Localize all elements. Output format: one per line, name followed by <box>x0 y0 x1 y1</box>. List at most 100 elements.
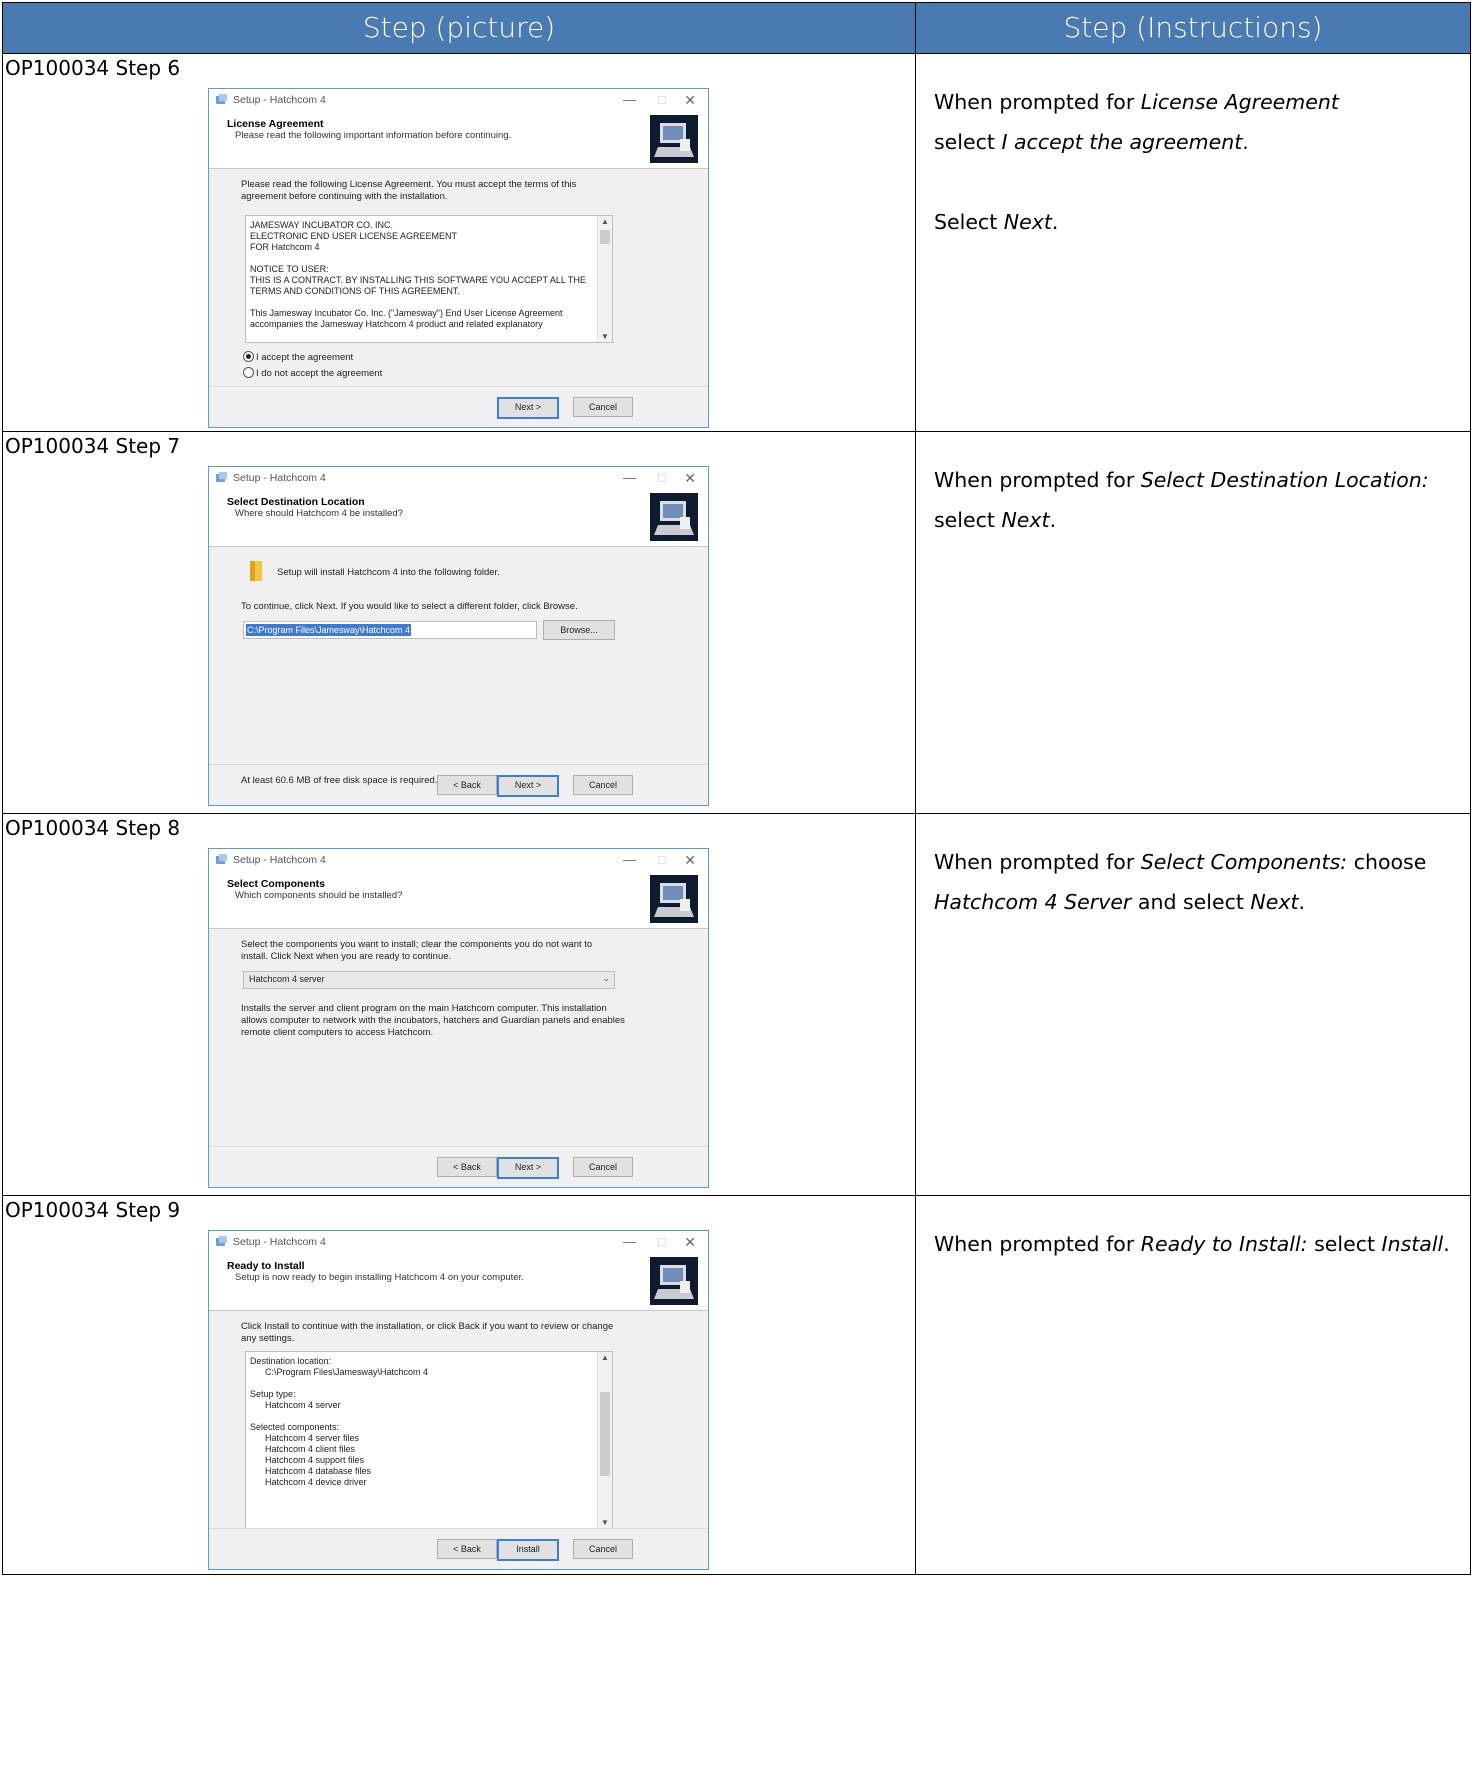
setup-window-ready: Setup - Hatchcom 4 — □ ✕ Ready to Instal… <box>208 1230 709 1570</box>
wizard-banner: Select Components Which components shoul… <box>209 871 708 929</box>
wizard-footer: < Back Install Cancel <box>209 1528 708 1569</box>
instruction-text: When prompted for Select Components: cho… <box>934 850 1427 914</box>
instruction-text: Select Next. <box>934 210 1059 234</box>
scroll-thumb[interactable] <box>600 230 610 244</box>
instruction-text: When prompted for Ready to Install: sele… <box>934 1232 1450 1256</box>
select-value: Hatchcom 4 server <box>249 974 325 984</box>
radio-unselected-icon[interactable] <box>243 367 254 378</box>
window-titlebar: Setup - Hatchcom 4 — □ ✕ <box>209 849 708 871</box>
license-scrollbar[interactable]: ▲ ▼ <box>597 216 612 342</box>
cancel-button[interactable]: Cancel <box>573 775 633 795</box>
radio-decline[interactable]: I do not accept the agreement <box>243 367 382 379</box>
folder-icon <box>250 561 262 581</box>
header-step-instructions: Step (Instructions) <box>1063 11 1323 44</box>
window-titlebar: Setup - Hatchcom 4 — □ ✕ <box>209 1231 708 1253</box>
maximize-icon[interactable]: □ <box>658 1234 666 1249</box>
install-button[interactable]: Install <box>497 1539 559 1561</box>
instruction-table: Step (picture) Step (Instructions) OP100… <box>2 2 1471 1575</box>
installer-computer-icon <box>650 1257 698 1305</box>
close-icon[interactable]: ✕ <box>684 470 696 487</box>
license-text: JAMESWAY INCUBATOR CO. INC. ELECTRONIC E… <box>250 220 586 329</box>
wizard-footer: < Back Next > Cancel <box>209 764 708 805</box>
close-icon[interactable]: ✕ <box>684 1234 696 1251</box>
setup-window-components: Setup - Hatchcom 4 — □ ✕ Select Componen… <box>208 848 709 1188</box>
scroll-up-icon[interactable]: ▲ <box>598 217 612 226</box>
browse-button[interactable]: Browse... <box>543 620 615 640</box>
window-title: Setup - Hatchcom 4 <box>233 854 326 866</box>
installer-computer-icon <box>650 115 698 163</box>
setup-app-icon <box>216 472 227 482</box>
window-titlebar: Setup - Hatchcom 4 — □ ✕ <box>209 89 708 111</box>
chevron-down-icon[interactable]: ⌄ <box>602 973 610 984</box>
page-subtitle: Please read the following important info… <box>235 130 512 141</box>
maximize-icon[interactable]: □ <box>658 92 666 107</box>
license-intro: Please read the following License Agreem… <box>241 179 577 202</box>
window-title: Setup - Hatchcom 4 <box>233 94 326 106</box>
close-icon[interactable]: ✕ <box>684 852 696 869</box>
setup-app-icon <box>216 94 227 104</box>
step-picture-cell: OP100034 Step 7 Setup - Hatchcom 4 — □ ✕… <box>3 432 916 813</box>
page-title: Select Destination Location <box>227 496 365 508</box>
header-step-picture: Step (picture) <box>3 3 916 53</box>
component-description: Installs the server and client program o… <box>241 1003 625 1038</box>
page-subtitle: Which components should be installed? <box>235 890 403 901</box>
step-picture-cell: OP100034 Step 6 Setup - Hatchcom 4 — □ ✕… <box>3 54 916 431</box>
wizard-banner: Select Destination Location Where should… <box>209 489 708 547</box>
close-icon[interactable]: ✕ <box>684 92 696 109</box>
setup-app-icon <box>216 854 227 864</box>
radio-selected-icon[interactable] <box>243 351 254 362</box>
window-title: Setup - Hatchcom 4 <box>233 472 326 484</box>
scroll-thumb[interactable] <box>600 1392 610 1476</box>
back-button[interactable]: < Back <box>437 1539 497 1559</box>
install-folder-text: Setup will install Hatchcom 4 into the f… <box>277 567 500 578</box>
minimize-icon[interactable]: — <box>623 852 636 867</box>
back-button[interactable]: < Back <box>437 1157 497 1177</box>
maximize-icon[interactable]: □ <box>658 852 666 867</box>
page-title: License Agreement <box>227 118 324 130</box>
wizard-banner: License Agreement Please read the follow… <box>209 111 708 169</box>
wizard-footer: < Back Next > Cancel <box>209 1146 708 1187</box>
step-picture-cell: OP100034 Step 9 Setup - Hatchcom 4 — □ ✕… <box>3 1196 916 1574</box>
installer-computer-icon <box>650 875 698 923</box>
minimize-icon[interactable]: — <box>623 1234 636 1249</box>
install-summary-text: Destination location: C:\Program Files\J… <box>250 1356 429 1487</box>
table-row-step-9: OP100034 Step 9 Setup - Hatchcom 4 — □ ✕… <box>2 1196 1471 1575</box>
next-button[interactable]: Next > <box>497 1157 559 1179</box>
window-titlebar: Setup - Hatchcom 4 — □ ✕ <box>209 467 708 489</box>
scroll-up-icon[interactable]: ▲ <box>598 1353 612 1362</box>
installer-computer-icon <box>650 493 698 541</box>
destination-path-input[interactable]: C:\Program Files\Jamesway\Hatchcom 4 <box>243 621 537 639</box>
continue-text: To continue, click Next. If you would li… <box>241 601 578 612</box>
summary-scrollbar[interactable]: ▲ ▼ <box>597 1352 612 1528</box>
back-button[interactable]: < Back <box>437 775 497 795</box>
minimize-icon[interactable]: — <box>623 92 636 107</box>
next-button[interactable]: Next > <box>497 775 559 797</box>
wizard-footer: Next > Cancel <box>209 386 708 427</box>
cancel-button[interactable]: Cancel <box>573 1539 633 1559</box>
instruction-text: When prompted for License Agreement sele… <box>934 90 1339 154</box>
instruction-text: When prompted for Select Destination Loc… <box>934 468 1429 532</box>
install-summary-box[interactable]: Destination location: C:\Program Files\J… <box>245 1351 613 1529</box>
license-textbox[interactable]: JAMESWAY INCUBATOR CO. INC. ELECTRONIC E… <box>245 215 613 343</box>
component-type-select[interactable]: Hatchcom 4 server ⌄ <box>243 971 615 989</box>
maximize-icon[interactable]: □ <box>658 470 666 485</box>
table-header: Step (picture) Step (Instructions) <box>2 2 1471 54</box>
radio-decline-label: I do not accept the agreement <box>256 368 383 379</box>
page-title: Select Components <box>227 878 326 890</box>
table-row-step-8: OP100034 Step 8 Setup - Hatchcom 4 — □ ✕… <box>2 814 1471 1196</box>
step-label: OP100034 Step 6 <box>5 56 181 80</box>
step-label: OP100034 Step 8 <box>5 816 181 840</box>
step-instructions-cell: When prompted for Ready to Install: sele… <box>916 1196 1470 1574</box>
table-row-step-6: OP100034 Step 6 Setup - Hatchcom 4 — □ ✕… <box>2 54 1471 432</box>
cancel-button[interactable]: Cancel <box>573 1157 633 1177</box>
page-subtitle: Setup is now ready to begin installing H… <box>235 1272 524 1283</box>
scroll-down-icon[interactable]: ▼ <box>598 1518 612 1527</box>
minimize-icon[interactable]: — <box>623 470 636 485</box>
components-intro: Select the components you want to instal… <box>241 939 593 962</box>
next-button[interactable]: Next > <box>497 397 559 419</box>
cancel-button[interactable]: Cancel <box>573 397 633 417</box>
radio-accept[interactable]: I accept the agreement <box>243 351 353 363</box>
scroll-down-icon[interactable]: ▼ <box>598 332 612 341</box>
step-instructions-cell: When prompted for Select Components: cho… <box>916 814 1470 1195</box>
table-row-step-7: OP100034 Step 7 Setup - Hatchcom 4 — □ ✕… <box>2 432 1471 814</box>
